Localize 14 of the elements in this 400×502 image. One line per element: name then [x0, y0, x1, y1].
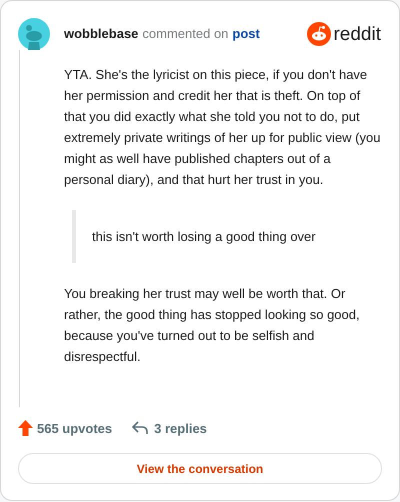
reply-count: 3 replies [154, 420, 207, 438]
comment-paragraph: You breaking her trust may well be worth that. Or rather, the good thing has stopped looking so good, because you've turned out to be selfish and disrespectful. [64, 285, 361, 366]
username[interactable]: wobblebase [64, 24, 138, 44]
quote-text: this isn't worth losing a good thing over [92, 228, 316, 246]
brand-name: reddit [333, 24, 381, 44]
upvote-arrow-icon [18, 420, 33, 436]
avatar-icon [18, 18, 50, 50]
comment-paragraph: YTA. She's the lyricist on this piece, if you don't have her permission and credit her that is theft. On top of that you did exactly what she told you not to do, put extremely private writings of her up for public view (you might as well have published chapters out of a personal diary), and that hurt her trust in you. [64, 66, 381, 189]
post-link[interactable]: post [232, 24, 260, 44]
reddit-logo-icon [307, 22, 332, 46]
reply-arrow-icon [132, 421, 148, 436]
action-text: commented on [142, 25, 228, 44]
view-conversation-button[interactable]: View the conversation [18, 453, 382, 484]
upvote-count: 565 upvotes [37, 420, 112, 438]
